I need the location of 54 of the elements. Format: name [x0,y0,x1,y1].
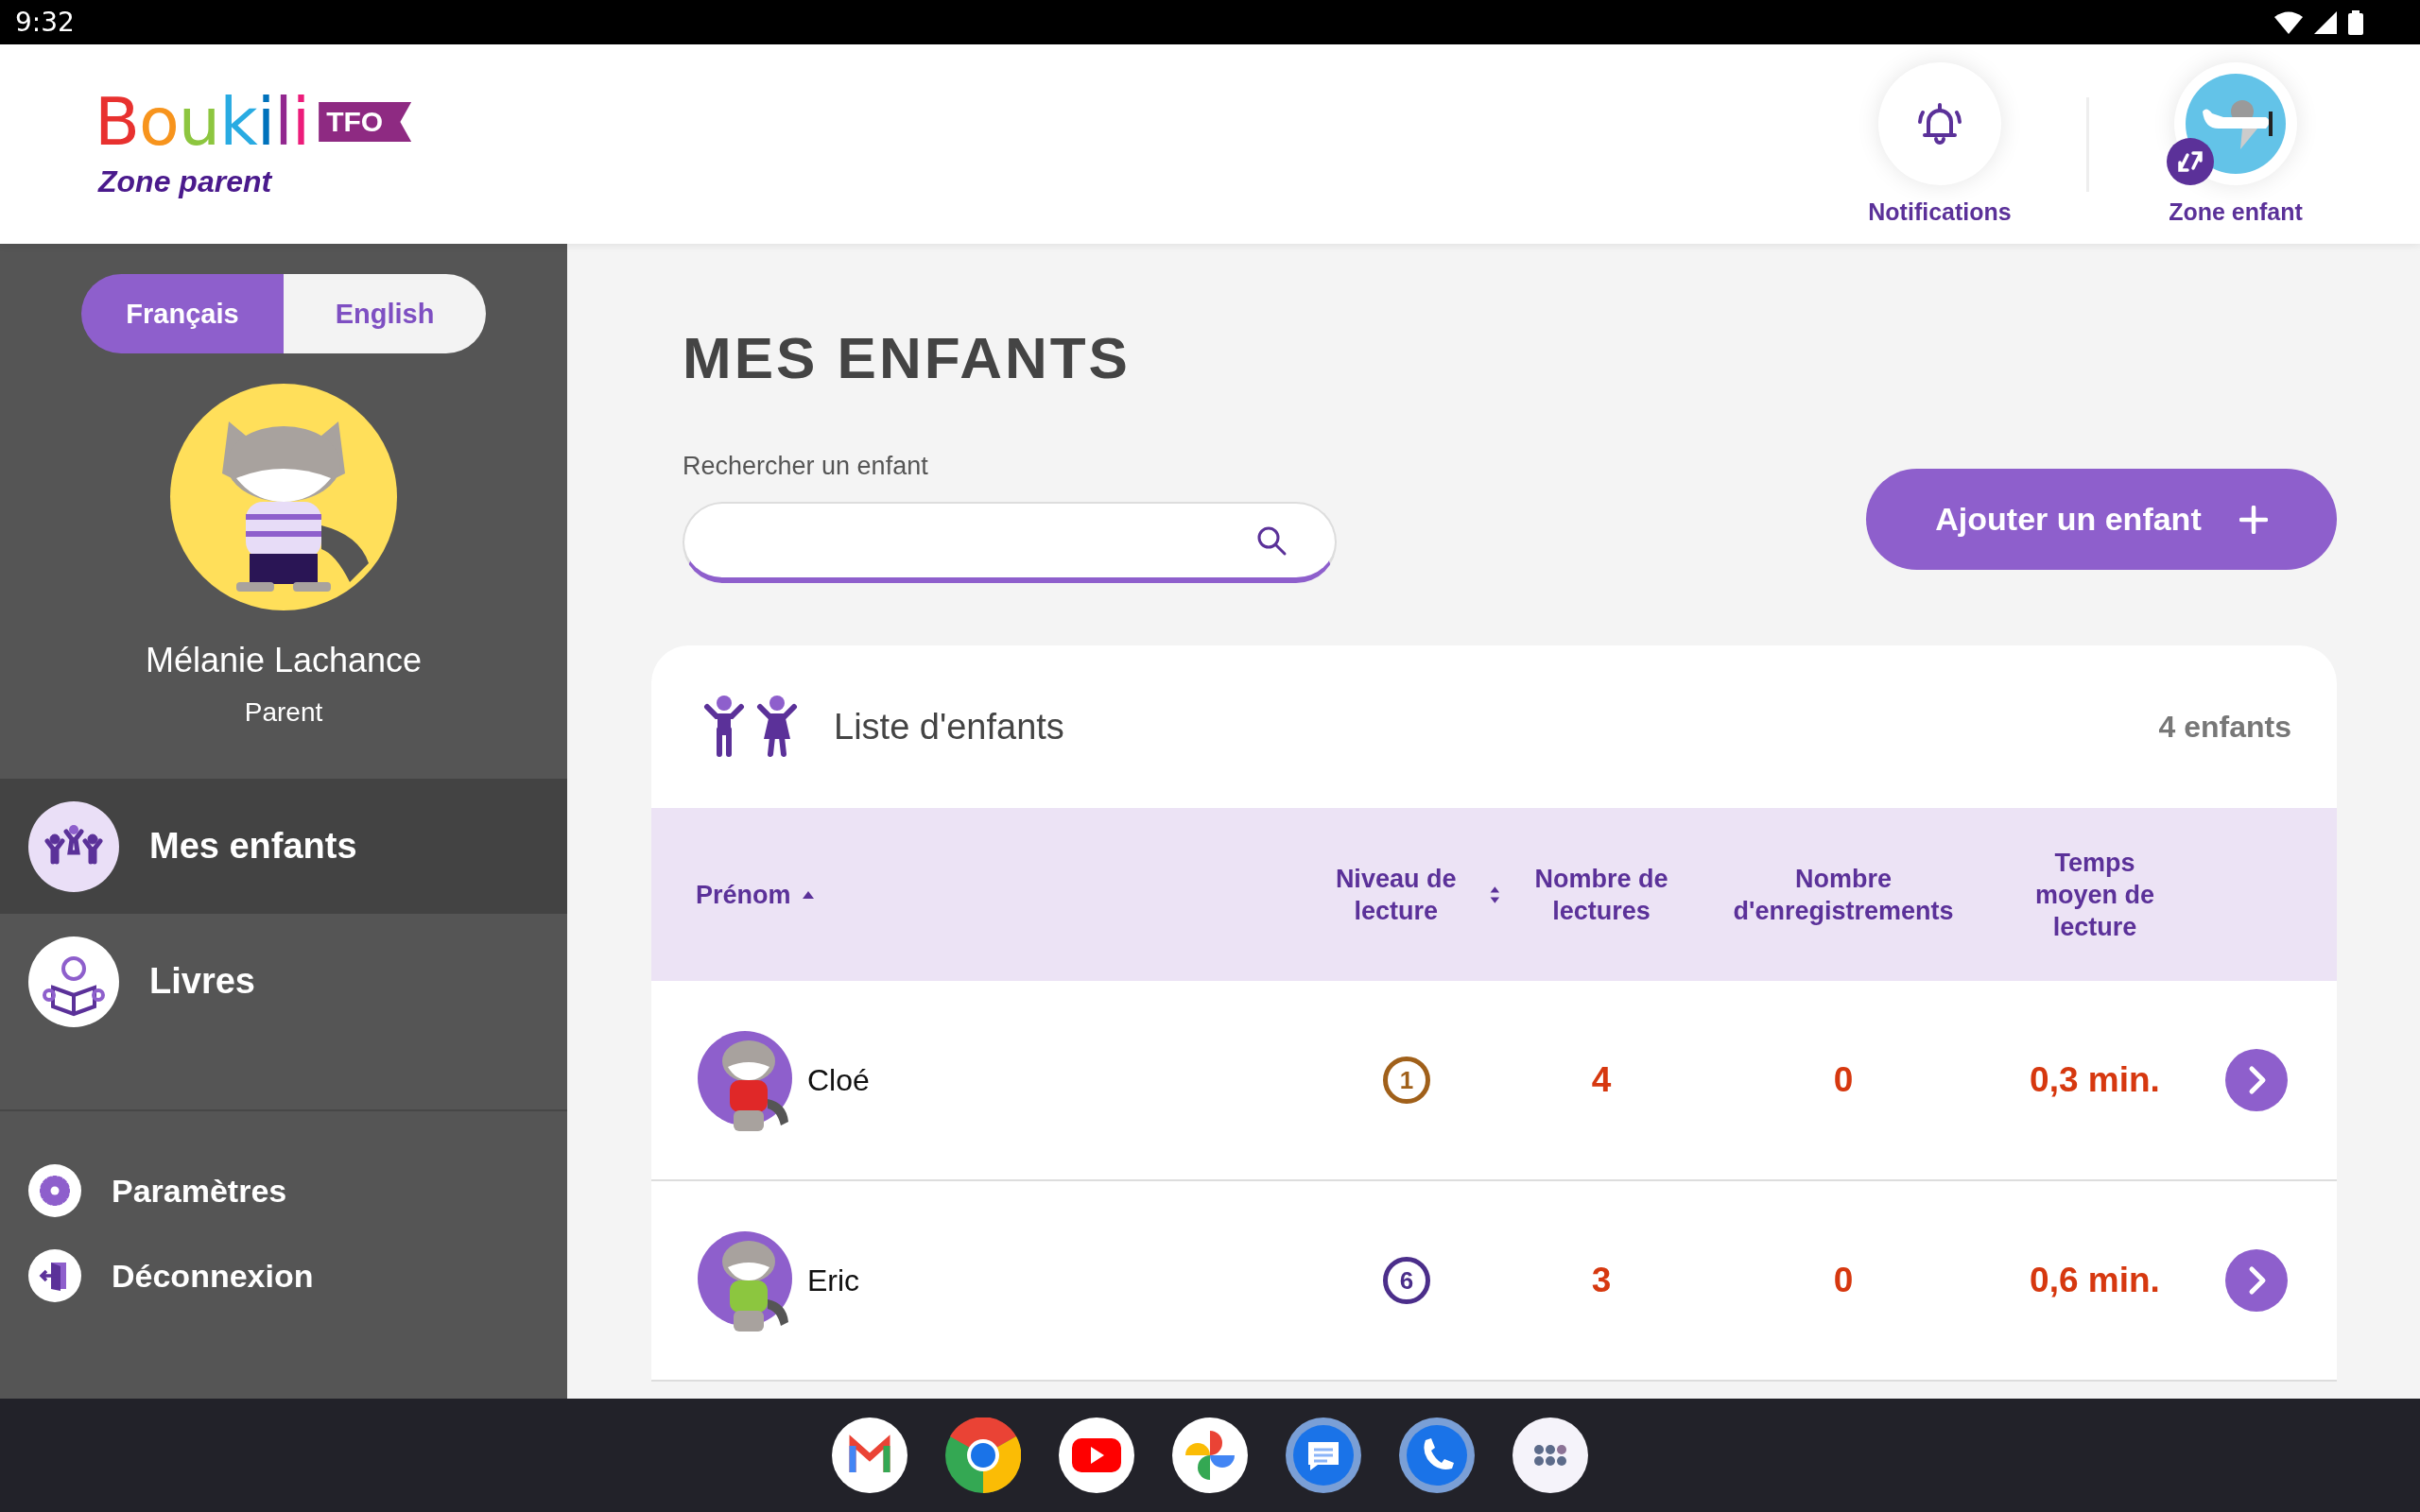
chevron-button[interactable] [2225,1049,2288,1112]
notifications-button[interactable]: Notifications [1831,62,2048,226]
children-icon [28,800,119,892]
swap-icon [2167,138,2214,185]
list-title: Liste d'enfants [834,706,1065,747]
search-label: Rechercher un enfant [683,452,929,482]
child-zone-button[interactable]: Zone enfant [2127,62,2344,226]
child-name: Cloé [807,1062,870,1098]
zone-label: Zone parent [98,164,274,199]
nav-item[interactable]: Mes enfants [0,779,567,914]
wifi-icon [2274,10,2303,34]
plus-icon [2238,505,2268,534]
settings-icon [28,1164,81,1217]
nav-item[interactable]: Livres [0,914,567,1049]
apps-grid-icon[interactable] [1512,1418,1588,1493]
signal-icon [2314,10,2337,34]
reading-level-badge: 1 [1383,1057,1430,1105]
logout-link[interactable]: Déconnexion [28,1249,539,1302]
language-tab[interactable]: Français [81,274,284,353]
child-name: Eric [807,1263,860,1298]
profile-name: Mélanie Lachance [145,641,423,680]
column-header[interactable]: Temps moyen de lecture [1991,846,2199,943]
brand-badge: TFO [319,102,412,142]
pinwheel-icon[interactable] [1172,1418,1248,1493]
phone-icon[interactable] [1399,1418,1475,1493]
column-header[interactable]: Niveau de lecture [1312,862,1501,927]
chat-icon[interactable] [1286,1418,1361,1493]
profile-role: Parent [244,697,323,728]
table-cell: 0 [1833,1261,1854,1301]
play-icon[interactable] [1059,1418,1134,1493]
reading-level-badge: 6 [1383,1257,1430,1305]
table-cell: 0,3 min. [2030,1060,2160,1101]
column-header[interactable]: Nombre d'enregistrements [1702,862,1985,927]
clock: 9:32 [15,7,75,38]
language-tab[interactable]: English [284,274,486,353]
logo-wordmark: Boukili [95,89,310,155]
table-cell: 0,6 min. [2030,1261,2160,1301]
battery-icon [2348,9,2363,35]
logout-icon [28,1249,81,1302]
page-title: MES ENFANTS [683,324,1132,392]
column-header[interactable]: Nombre de lectures [1507,862,1696,927]
book-reader-icon [28,936,119,1027]
settings-link[interactable]: Paramètres [28,1164,539,1217]
browser-icon[interactable] [945,1418,1021,1493]
table-cell: 4 [1591,1060,1612,1101]
mail-icon[interactable] [832,1418,908,1493]
add-child-button[interactable]: Ajouter un enfant [1866,469,2337,571]
table-cell: 3 [1591,1261,1612,1301]
chevron-button[interactable] [2225,1249,2288,1313]
children-count: 4 enfants [2158,709,2291,745]
children-icon [701,696,800,759]
search-icon [1255,524,1288,558]
column-header[interactable]: Prénom [696,878,1306,911]
table-cell: 0 [1833,1060,1854,1101]
